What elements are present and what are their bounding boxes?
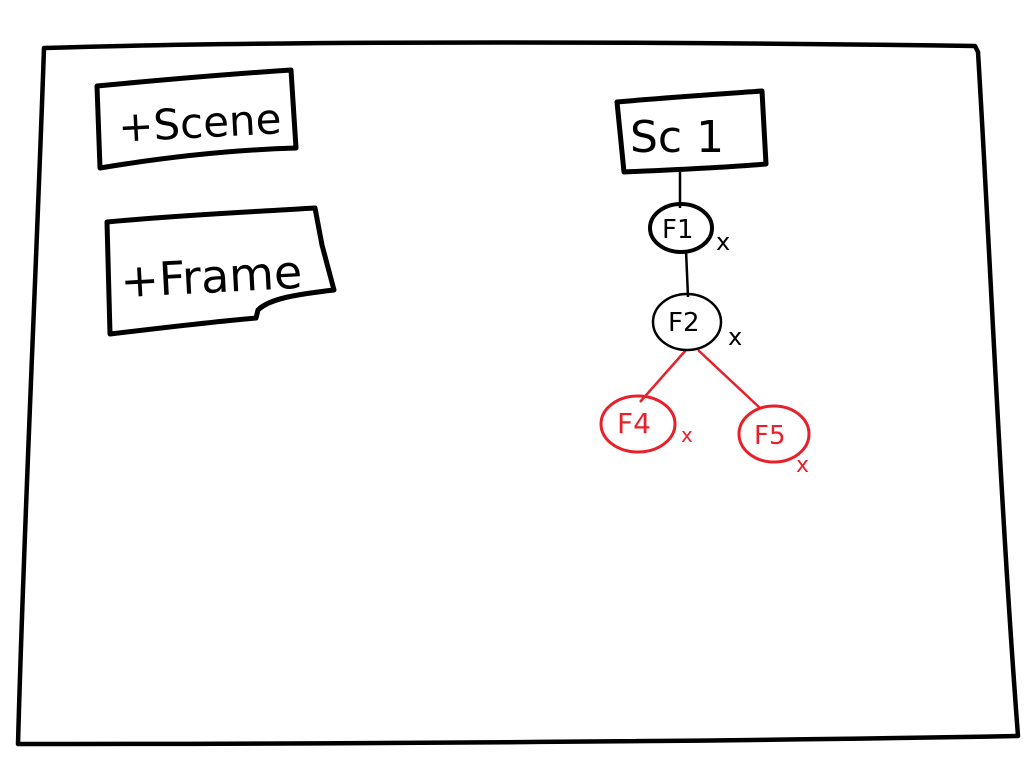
frame-node-f1[interactable]: F1 [648, 202, 714, 254]
f1-delete-button[interactable]: x [716, 228, 730, 256]
frame-node-f4-label: F4 [617, 407, 651, 440]
add-scene-label: +Scene [117, 94, 283, 151]
frame-node-f5-label: F5 [754, 421, 786, 451]
connector-f1-f2 [684, 249, 690, 298]
f5-delete-button[interactable]: x [796, 453, 809, 478]
add-frame-label: +Frame [119, 245, 303, 308]
connector-f2-f4 [639, 349, 687, 403]
scene-node-sc1[interactable]: Sc 1 [614, 88, 769, 175]
frame-node-f4[interactable]: F4 [599, 394, 677, 454]
wireframe-sketch: +Scene +Frame Sc 1 F1 x F2 x F4 x F5 x [15, 40, 1021, 747]
f4-delete-button[interactable]: x [681, 423, 693, 447]
scene-node-label: Sc 1 [630, 112, 724, 163]
add-scene-button[interactable]: +Scene [94, 67, 299, 171]
sketch-canvas: +Scene +Frame Sc 1 F1 x F2 x F4 x F5 x [0, 0, 1024, 768]
frame-node-f1-label: F1 [662, 215, 694, 245]
frame-node-f2[interactable]: F2 [651, 292, 723, 352]
frame-node-f2-label: F2 [668, 308, 700, 338]
add-frame-button[interactable]: +Frame [104, 205, 337, 337]
connector-f2-f5 [697, 349, 761, 409]
f2-delete-button[interactable]: x [728, 323, 742, 351]
